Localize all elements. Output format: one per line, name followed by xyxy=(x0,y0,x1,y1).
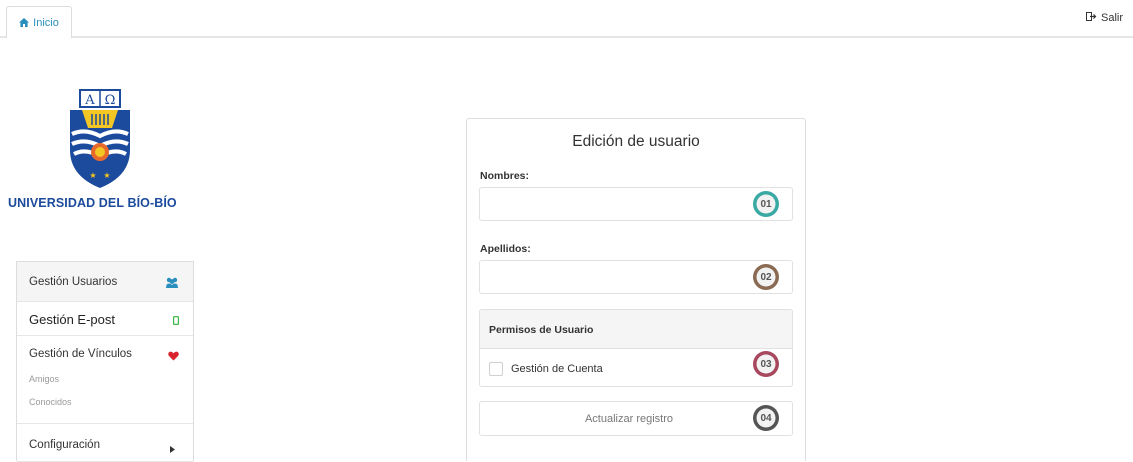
sidebar-item-configuracion[interactable]: Configuración xyxy=(17,424,193,462)
callout-number: 03 xyxy=(760,358,772,370)
university-logo: A Ω ★ ★ xyxy=(60,88,140,190)
gestion-cuenta-checkbox[interactable] xyxy=(489,362,503,376)
logout-icon xyxy=(1085,12,1097,24)
permissions-header: Permisos de Usuario xyxy=(480,310,792,349)
sidebar-item-gestion-vinculos[interactable]: Gestión de Vínculos Amigos Conocidos xyxy=(17,336,193,424)
apellidos-input[interactable] xyxy=(479,260,793,294)
sidebar-item-label: Gestión Usuarios xyxy=(29,276,118,288)
sidebar-menu: Gestión Usuarios Gestión E-post Gestión … xyxy=(16,261,194,462)
callout-badge-03: 03 xyxy=(752,350,780,378)
panel-title: Edición de usuario xyxy=(572,133,700,150)
mobile-icon xyxy=(173,312,180,330)
sidebar-subitem-amigos[interactable]: Amigos xyxy=(29,374,59,384)
callout-number: 02 xyxy=(760,271,772,283)
sidebar-item-label: Gestión de Vínculos xyxy=(29,348,132,360)
sidebar-item-label: Gestión E-post xyxy=(29,312,115,327)
svg-text:★: ★ xyxy=(89,171,96,180)
update-record-button[interactable]: Actualizar registro xyxy=(479,401,793,436)
callout-badge-01: 01 xyxy=(752,190,780,218)
permissions-box: Permisos de Usuario Gestión de Cuenta xyxy=(479,309,793,387)
permissions-title: Permisos de Usuario xyxy=(489,324,594,336)
nombres-label: Nombres: xyxy=(480,170,530,182)
caret-right-icon xyxy=(170,440,175,458)
permission-row: Gestión de Cuenta xyxy=(480,350,792,387)
logout-label: Salir xyxy=(1100,12,1123,24)
nombres-input[interactable] xyxy=(479,187,793,221)
svg-text:★: ★ xyxy=(103,171,110,180)
callout-number: 04 xyxy=(760,412,772,424)
svg-text:Ω: Ω xyxy=(105,93,116,108)
svg-text:A: A xyxy=(84,93,95,108)
home-icon xyxy=(19,18,30,27)
user-edit-panel: Edición de usuario Nombres: 01 Apellidos… xyxy=(466,118,806,461)
users-icon xyxy=(165,275,179,293)
top-navbar: Inicio Salir xyxy=(0,0,1133,38)
tab-inicio-label: Inicio xyxy=(33,16,59,29)
callout-badge-02: 02 xyxy=(752,263,780,291)
gestion-cuenta-label[interactable]: Gestión de Cuenta xyxy=(511,363,603,375)
heart-icon xyxy=(168,348,179,366)
sidebar-subitem-conocidos[interactable]: Conocidos xyxy=(29,397,72,407)
sidebar-item-label: Configuración xyxy=(29,439,100,451)
sidebar-item-gestion-usuarios[interactable]: Gestión Usuarios xyxy=(17,262,193,302)
callout-badge-04: 04 xyxy=(752,404,780,432)
tab-inicio[interactable]: Inicio xyxy=(6,6,72,38)
university-name: UNIVERSIDAD DEL BÍO-BÍO xyxy=(8,196,177,210)
callout-number: 01 xyxy=(760,198,772,210)
apellidos-label: Apellidos: xyxy=(480,243,531,255)
logout-link[interactable]: Salir xyxy=(1085,12,1123,24)
sidebar-item-gestion-epost[interactable]: Gestión E-post xyxy=(17,302,193,336)
